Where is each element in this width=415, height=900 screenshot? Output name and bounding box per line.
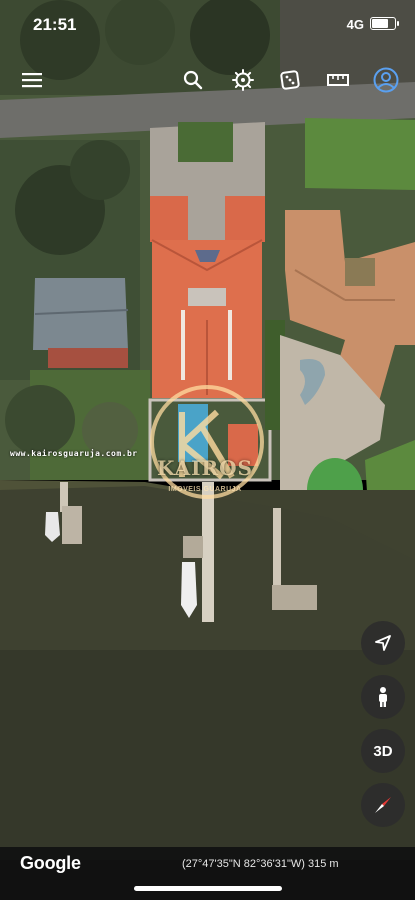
- network-indicator: 4G: [346, 17, 364, 32]
- pegman-icon[interactable]: [361, 675, 405, 719]
- watermark: www.kairosguaruja.com.br KAIROS IMOVEIS …: [0, 385, 415, 554]
- google-earth-screen: 21:51 4G www.kairosguaruja.com.br KAIROS…: [0, 0, 415, 900]
- compass-icon[interactable]: [361, 783, 405, 827]
- search-icon[interactable]: [177, 64, 209, 96]
- navigation-arrow-icon[interactable]: [361, 621, 405, 665]
- home-indicator[interactable]: [134, 886, 282, 891]
- view-3d-button[interactable]: 3D: [361, 729, 405, 773]
- status-time: 21:51: [33, 15, 77, 34]
- watermark-url: www.kairosguaruja.com.br: [10, 449, 138, 458]
- status-bar: 21:51 4G: [0, 0, 415, 48]
- ruler-icon[interactable]: [322, 64, 354, 96]
- battery-fill: [372, 19, 388, 28]
- watermark-logo-icon: [150, 385, 264, 499]
- bottom-bar: Google (27°47'35"N 82°36'31"W) 315 m: [0, 847, 415, 900]
- voyager-wheel-icon[interactable]: [227, 64, 259, 96]
- watermark-brand: KAIROS: [157, 456, 253, 480]
- dice-icon[interactable]: [274, 64, 306, 96]
- view-3d-label: 3D: [373, 742, 393, 760]
- google-logo: Google: [20, 853, 81, 873]
- battery-icon: [370, 17, 399, 30]
- top-toolbar: [0, 64, 415, 98]
- menu-icon[interactable]: [16, 64, 48, 96]
- account-icon[interactable]: [370, 64, 402, 96]
- watermark-tagline: IMOVEIS GUARUJA: [168, 486, 242, 493]
- coordinates-readout: (27°47'35"N 82°36'31"W) 315 m: [182, 858, 339, 870]
